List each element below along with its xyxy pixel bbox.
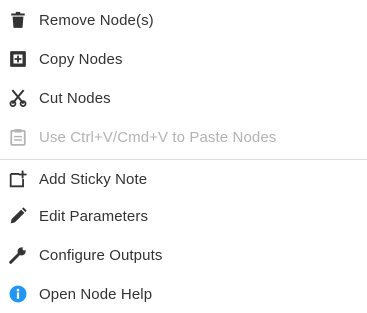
scissors-icon (8, 88, 28, 108)
menu-item-label: Cut Nodes (39, 89, 111, 107)
menu-item-remove-nodes[interactable]: Remove Node(s) (0, 1, 367, 39)
menu-item-open-node-help[interactable]: Open Node Help (0, 275, 367, 313)
menu-item-cut-nodes[interactable]: Cut Nodes (0, 79, 367, 117)
pencil-icon (8, 206, 28, 226)
menu-item-label: Add Sticky Note (39, 170, 148, 188)
context-menu: Remove Node(s) Copy Nodes Cut Nodes Use … (0, 0, 367, 303)
wrench-icon (8, 245, 28, 265)
menu-item-label: Open Node Help (39, 285, 153, 303)
menu-item-configure-outputs[interactable]: Configure Outputs (0, 236, 367, 274)
menu-item-label: Copy Nodes (39, 50, 123, 68)
sticky-note-add-icon (8, 169, 28, 189)
menu-item-label: Use Ctrl+V/Cmd+V to Paste Nodes (39, 128, 277, 146)
menu-item-label: Configure Outputs (39, 246, 163, 264)
trash-icon (8, 10, 28, 30)
menu-item-edit-parameters[interactable]: Edit Parameters (0, 197, 367, 235)
menu-item-label: Remove Node(s) (39, 11, 154, 29)
copy-plus-icon (8, 49, 28, 69)
clipboard-icon (8, 127, 28, 147)
menu-item-label: Edit Parameters (39, 207, 149, 225)
menu-item-copy-nodes[interactable]: Copy Nodes (0, 40, 367, 78)
info-icon (8, 284, 28, 304)
menu-item-paste-nodes: Use Ctrl+V/Cmd+V to Paste Nodes (0, 118, 367, 156)
menu-item-add-sticky-note[interactable]: Add Sticky Note (0, 160, 367, 198)
